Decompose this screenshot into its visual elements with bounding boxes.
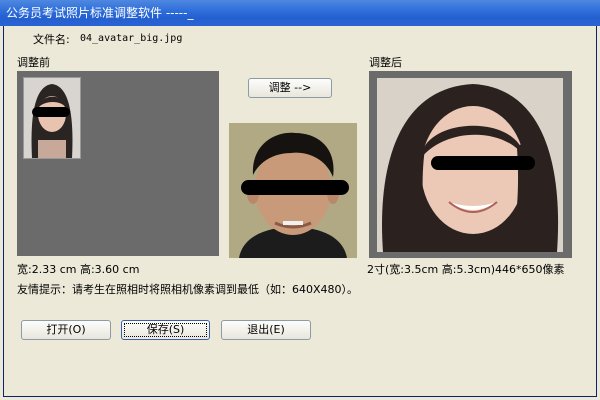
photo-man xyxy=(229,123,357,258)
window-title: 公务员考试照片标准调整软件 -----_ xyxy=(6,6,194,20)
filename-value: 04_avatar_big.jpg xyxy=(80,33,183,44)
save-button[interactable]: 保存(S) xyxy=(121,320,210,340)
app-window: 公务员考试照片标准调整软件 -----_ 文件名: 04_avatar_big.… xyxy=(0,0,600,400)
thumbnail-photo-woman xyxy=(23,77,81,159)
woman-photo-icon xyxy=(24,78,80,158)
privacy-bar xyxy=(241,180,349,195)
exit-button[interactable]: 退出(E) xyxy=(221,320,311,340)
after-preview-panel xyxy=(369,71,572,258)
photo-woman-adjusted xyxy=(377,78,563,252)
title-bar[interactable]: 公务员考试照片标准调整软件 -----_ xyxy=(0,0,600,26)
open-button[interactable]: 打开(O) xyxy=(21,320,111,340)
after-dimensions: 2寸(宽:3.5cm 高:5.3cm)446*650像素 xyxy=(367,263,565,276)
adjust-button[interactable]: 调整 --> xyxy=(248,78,332,98)
before-dimensions: 宽:2.33 cm 高:3.60 cm xyxy=(17,263,140,276)
hint-text: 友情提示：请考生在照相时将照相机像素调到最低（如：640X480）。 xyxy=(17,283,359,296)
privacy-bar xyxy=(431,156,535,170)
privacy-bar xyxy=(32,107,70,117)
after-label: 调整后 xyxy=(369,56,402,69)
filename-label: 文件名: xyxy=(33,33,70,46)
before-label: 调整前 xyxy=(17,56,50,69)
before-preview-panel xyxy=(17,71,219,256)
